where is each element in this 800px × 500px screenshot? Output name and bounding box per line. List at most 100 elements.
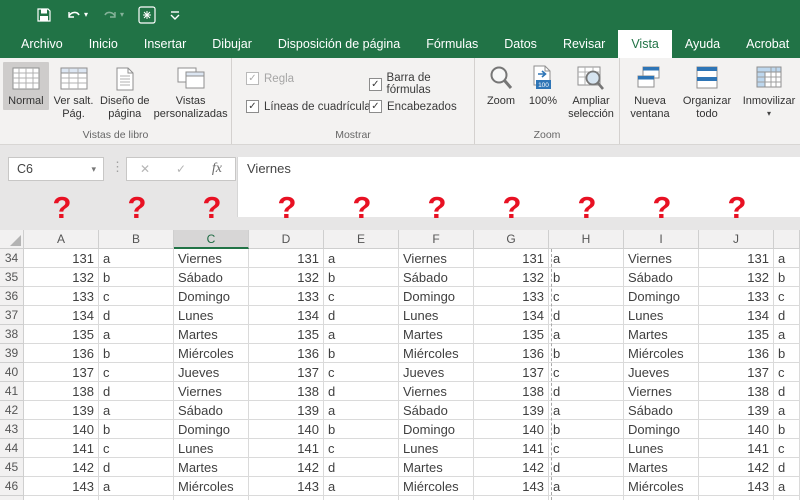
cell[interactable]: Domingo bbox=[174, 420, 249, 439]
cell[interactable]: Martes bbox=[174, 458, 249, 477]
cell[interactable]: Viernes bbox=[624, 382, 699, 401]
tab-inicio[interactable]: Inicio bbox=[76, 30, 131, 58]
cell[interactable]: 139 bbox=[699, 401, 774, 420]
tab-disposici-n-de-p-gina[interactable]: Disposición de página bbox=[265, 30, 413, 58]
cell[interactable]: 143 bbox=[699, 477, 774, 496]
cell[interactable]: 141 bbox=[699, 439, 774, 458]
cell[interactable]: 142 bbox=[249, 458, 324, 477]
cell[interactable]: b bbox=[774, 344, 800, 363]
cell[interactable]: Domingo bbox=[174, 287, 249, 306]
cell[interactable]: Jueves bbox=[399, 363, 474, 382]
cell[interactable]: c bbox=[549, 439, 624, 458]
cell[interactable]: a bbox=[774, 249, 800, 268]
cell[interactable]: d bbox=[774, 382, 800, 401]
column-header-partial[interactable] bbox=[774, 230, 800, 249]
cell[interactable]: 136 bbox=[474, 344, 549, 363]
cell[interactable]: Lunes bbox=[624, 306, 699, 325]
cell[interactable]: Miércoles bbox=[399, 477, 474, 496]
cell[interactable]: b bbox=[549, 420, 624, 439]
cell[interactable]: 134 bbox=[249, 306, 324, 325]
cell[interactable]: a bbox=[99, 401, 174, 420]
cell[interactable]: c bbox=[324, 287, 399, 306]
cell[interactable]: 139 bbox=[24, 401, 99, 420]
cell[interactable]: 133 bbox=[249, 287, 324, 306]
row-header-34[interactable]: 34 bbox=[0, 249, 24, 268]
cell[interactable]: a bbox=[99, 325, 174, 344]
cell[interactable]: 139 bbox=[474, 401, 549, 420]
cell[interactable]: a bbox=[324, 477, 399, 496]
new-window-button[interactable]: Nueva ventana bbox=[624, 62, 676, 122]
cell[interactable]: c bbox=[99, 363, 174, 382]
row-header-46[interactable]: 46 bbox=[0, 477, 24, 496]
column-header-J[interactable]: J bbox=[699, 230, 774, 249]
cell[interactable]: Lunes bbox=[399, 306, 474, 325]
row-header-37[interactable]: 37 bbox=[0, 306, 24, 325]
cell[interactable]: 141 bbox=[24, 439, 99, 458]
cell[interactable]: 143 bbox=[24, 477, 99, 496]
row-header-42[interactable]: 42 bbox=[0, 401, 24, 420]
cell[interactable]: b bbox=[324, 268, 399, 287]
undo-button[interactable]: ▾ bbox=[66, 8, 88, 22]
column-header-H[interactable]: H bbox=[549, 230, 624, 249]
cell[interactable]: 137 bbox=[24, 363, 99, 382]
cell[interactable]: 132 bbox=[249, 268, 324, 287]
cell[interactable]: 138 bbox=[249, 382, 324, 401]
zoom-to-selection-button[interactable]: Ampliar selección bbox=[563, 62, 619, 122]
cell[interactable]: c bbox=[324, 363, 399, 382]
cell[interactable]: b bbox=[99, 496, 174, 500]
cell[interactable]: 137 bbox=[249, 363, 324, 382]
cell[interactable]: 143 bbox=[474, 477, 549, 496]
cell[interactable]: d bbox=[99, 306, 174, 325]
cell[interactable]: 133 bbox=[474, 287, 549, 306]
cell[interactable]: Martes bbox=[624, 325, 699, 344]
cell[interactable]: Martes bbox=[174, 325, 249, 344]
cell[interactable]: d bbox=[324, 458, 399, 477]
cell[interactable]: a bbox=[324, 325, 399, 344]
cell[interactable]: 135 bbox=[24, 325, 99, 344]
cell[interactable]: Lunes bbox=[399, 439, 474, 458]
tab-ayuda[interactable]: Ayuda bbox=[672, 30, 733, 58]
cell[interactable]: b bbox=[324, 344, 399, 363]
cell[interactable]: 135 bbox=[474, 325, 549, 344]
cell[interactable]: Jueves bbox=[624, 496, 699, 500]
cell[interactable]: Miércoles bbox=[624, 477, 699, 496]
cell[interactable]: c bbox=[99, 439, 174, 458]
row-header-40[interactable]: 40 bbox=[0, 363, 24, 382]
row-header-41[interactable]: 41 bbox=[0, 382, 24, 401]
cell[interactable]: 132 bbox=[24, 268, 99, 287]
cell[interactable]: b bbox=[549, 344, 624, 363]
tab-insertar[interactable]: Insertar bbox=[131, 30, 199, 58]
cell[interactable]: Jueves bbox=[399, 496, 474, 500]
cell[interactable]: Jueves bbox=[624, 363, 699, 382]
cell[interactable]: 131 bbox=[474, 249, 549, 268]
cell[interactable]: 142 bbox=[699, 458, 774, 477]
qat-customize-button[interactable] bbox=[170, 9, 180, 21]
cell[interactable]: b bbox=[99, 268, 174, 287]
cell[interactable]: 144 bbox=[249, 496, 324, 500]
column-header-I[interactable]: I bbox=[624, 230, 699, 249]
cell[interactable]: 137 bbox=[699, 363, 774, 382]
cell[interactable]: 138 bbox=[24, 382, 99, 401]
checkbox-regla[interactable]: ✓ Regla bbox=[246, 72, 294, 85]
cell[interactable]: c bbox=[774, 363, 800, 382]
cell[interactable]: b bbox=[324, 496, 399, 500]
cell[interactable]: c bbox=[774, 287, 800, 306]
cell[interactable]: 133 bbox=[699, 287, 774, 306]
cell[interactable]: c bbox=[549, 287, 624, 306]
tab-acrobat[interactable]: Acrobat bbox=[733, 30, 800, 58]
cell[interactable]: Miércoles bbox=[399, 344, 474, 363]
name-box-dropdown-icon[interactable]: ▾ bbox=[91, 164, 103, 175]
cell[interactable]: Viernes bbox=[174, 249, 249, 268]
checkbox-barra-de-formulas[interactable]: ✓ Barra de fórmulas bbox=[369, 72, 474, 96]
cell[interactable]: b bbox=[774, 420, 800, 439]
cell[interactable]: a bbox=[549, 477, 624, 496]
cell[interactable]: d bbox=[99, 382, 174, 401]
cell[interactable]: Miércoles bbox=[624, 344, 699, 363]
cell[interactable]: 132 bbox=[699, 268, 774, 287]
insert-function-icon[interactable]: fx bbox=[212, 161, 222, 177]
cell[interactable]: a bbox=[324, 401, 399, 420]
cell[interactable]: 133 bbox=[24, 287, 99, 306]
cell[interactable]: d bbox=[774, 306, 800, 325]
cell[interactable]: Jueves bbox=[174, 363, 249, 382]
cell[interactable]: c bbox=[549, 363, 624, 382]
